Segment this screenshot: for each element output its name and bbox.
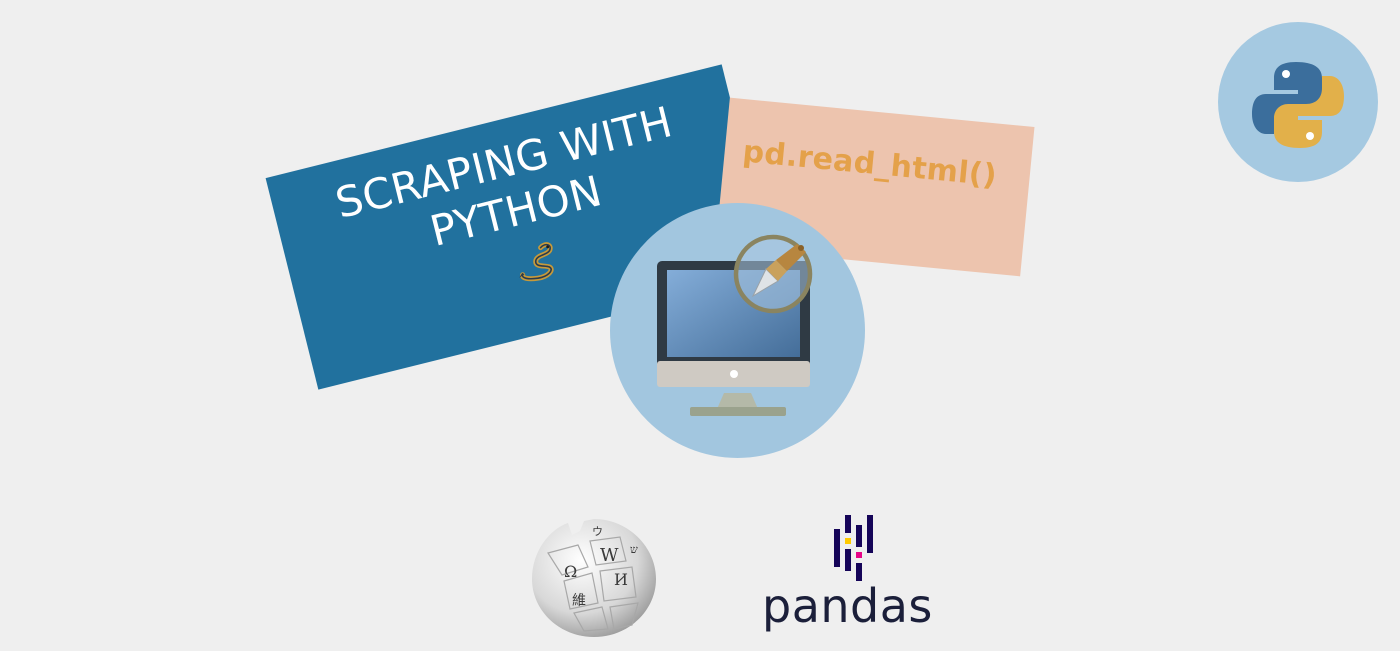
pandas-wordmark: pandas bbox=[762, 579, 933, 633]
python-logo-icon bbox=[1252, 62, 1344, 148]
svg-text:ש: ש bbox=[630, 543, 638, 556]
svg-text:ウ: ウ bbox=[592, 525, 603, 538]
svg-text:維: 維 bbox=[572, 593, 586, 609]
wikipedia-globe-icon: W Ω И 維 ウ ש bbox=[532, 519, 656, 637]
snake-icon bbox=[519, 242, 554, 282]
computer-icon bbox=[657, 234, 813, 416]
python-logo-badge bbox=[1218, 22, 1378, 182]
computer-scraper-icon bbox=[610, 203, 865, 458]
svg-text:W: W bbox=[600, 545, 619, 566]
hero-illustration: SCRAPING WITH PYTHON pd.read_html() W Ω … bbox=[0, 0, 1400, 651]
code-snippet: pd.read_html() bbox=[741, 134, 999, 194]
svg-text:Ω: Ω bbox=[564, 562, 577, 581]
svg-text:И: И bbox=[614, 570, 628, 589]
pandas-logo-icon bbox=[834, 515, 873, 581]
